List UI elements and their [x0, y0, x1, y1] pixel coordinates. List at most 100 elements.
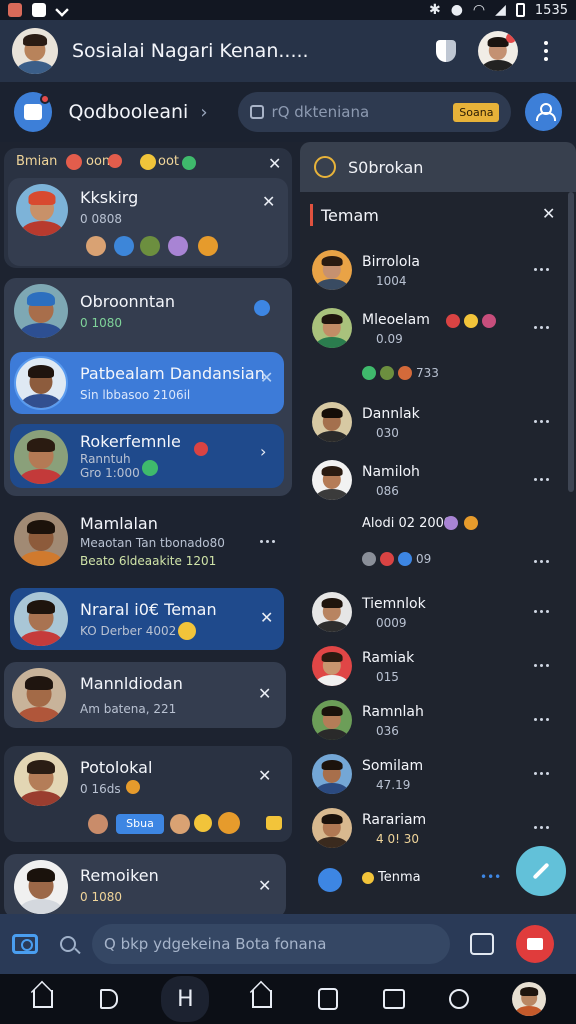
more-icon[interactable]	[534, 420, 549, 423]
chevron-right-icon[interactable]: ›	[200, 102, 207, 123]
nav-avatar[interactable]	[512, 982, 547, 1016]
avatar	[312, 308, 352, 348]
emoji-icon	[362, 552, 376, 566]
shield-button[interactable]	[428, 33, 464, 69]
avatar	[14, 592, 68, 646]
list-item[interactable]: Birrolola 1004	[300, 250, 570, 296]
close-icon[interactable]: ✕	[258, 876, 271, 895]
search-icon[interactable]	[60, 936, 76, 952]
list-item[interactable]: Mannldiodan Am batena, 221 ✕	[4, 662, 286, 728]
nav-house[interactable]	[249, 987, 275, 1011]
reaction-row: 733	[300, 364, 570, 388]
more-icon[interactable]	[534, 268, 549, 271]
list-item[interactable]: Kkskirg 0 0808 ✕	[8, 178, 288, 266]
nav-active-tab[interactable]: H	[161, 976, 210, 1022]
emoji-icon	[444, 516, 458, 530]
bluesky-icon	[318, 868, 342, 892]
more-icon[interactable]	[534, 326, 549, 329]
avatar	[14, 752, 68, 806]
chevron-icon	[55, 3, 69, 17]
close-icon[interactable]: ✕	[260, 608, 273, 627]
nav-box[interactable]	[381, 987, 407, 1011]
contact-name: Mamlalan	[80, 514, 158, 533]
list-item[interactable]: Obroonntan 0 1080	[4, 278, 292, 348]
avatar	[14, 430, 68, 484]
more-icon[interactable]	[534, 718, 549, 721]
nav-home[interactable]	[30, 987, 56, 1011]
emoji-icon	[482, 314, 496, 328]
user-button[interactable]	[525, 93, 562, 131]
list-item[interactable]: Nraral i0€ Teman KO Derber 4002 ✕	[10, 588, 284, 650]
emoji-icon	[182, 156, 196, 170]
nav-bag[interactable]	[315, 987, 341, 1011]
nav-d[interactable]	[96, 987, 122, 1011]
list-item[interactable]: Namiloh 086	[300, 460, 570, 506]
bottom-nav: H	[0, 974, 576, 1024]
badge-label[interactable]: Sbua	[116, 814, 164, 834]
d-icon	[99, 989, 118, 1009]
emoji-icon	[218, 812, 240, 834]
list-item[interactable]: Tiemnlok 0009	[300, 592, 570, 638]
close-icon[interactable]: ✕	[258, 684, 271, 703]
list-item[interactable]: Ramiak 015	[300, 646, 570, 692]
contact-name: Kkskirg	[80, 188, 139, 207]
chat-list: Bmian oon oot ✕ Kkskirg 0 0808 ✕ Obroonn…	[0, 142, 298, 914]
section-title[interactable]: Qodbooleani	[68, 101, 188, 123]
tag-card[interactable]: Bmian oon oot ✕ Kkskirg 0 0808 ✕	[4, 148, 292, 268]
video-button[interactable]	[516, 925, 554, 963]
contact-name: Obroonntan	[80, 292, 176, 311]
more-icon[interactable]	[534, 826, 549, 829]
list-item[interactable]: Dannlak 030	[300, 402, 570, 448]
status-icon	[142, 460, 158, 476]
list-item-selected[interactable]: Patbealam Dandansian Sin lbbasoo 2106il …	[10, 352, 284, 414]
list-item[interactable]: Rarariam 4 0! 30	[300, 808, 570, 854]
contact-name: Remoiken	[80, 866, 159, 885]
kebab-icon	[544, 41, 548, 61]
house-icon	[252, 990, 273, 1008]
edit-icon[interactable]	[470, 933, 494, 955]
compose-input[interactable]: Q bkp ydgekeina Bota fonana	[92, 924, 450, 964]
profile-avatar[interactable]	[12, 28, 58, 74]
tab-temam[interactable]: Temam	[310, 204, 379, 226]
list-item[interactable]: Rokerfemnle Ranntuh Gro 1:000 ›	[10, 424, 284, 488]
emoji-icon	[362, 366, 376, 380]
close-icon[interactable]: ✕	[260, 368, 273, 387]
notes-button[interactable]	[14, 92, 53, 132]
more-icon[interactable]: •••	[480, 870, 501, 884]
more-icon[interactable]	[534, 664, 549, 667]
close-icon[interactable]: ✕	[258, 766, 271, 785]
compose-fab[interactable]	[516, 846, 566, 896]
contact-avatar[interactable]	[478, 31, 518, 71]
more-icon[interactable]	[534, 772, 549, 775]
emoji-icon	[464, 516, 478, 530]
contact-sub: 036	[376, 724, 399, 738]
more-icon[interactable]	[534, 610, 549, 613]
list-item[interactable]: Tenma •••	[300, 866, 510, 896]
chevron-right-icon[interactable]: ›	[260, 442, 266, 461]
message-row: Alodi 02 2009	[300, 514, 570, 538]
list-item[interactable]: Mleoelam 0.09	[300, 308, 570, 354]
list-item[interactable]: Somilam 47.19	[300, 754, 570, 800]
battery-icon	[515, 3, 525, 17]
search-input[interactable]: rQ dkteniana Soana	[237, 92, 512, 132]
more-menu-button[interactable]	[528, 33, 564, 69]
close-icon[interactable]: ✕	[262, 192, 275, 211]
search-tag[interactable]: Soana	[453, 102, 500, 122]
more-icon[interactable]	[260, 540, 275, 543]
tag-chip: oot	[158, 154, 180, 169]
close-icon[interactable]: ✕	[268, 154, 281, 173]
nav-clock[interactable]	[446, 987, 472, 1011]
list-item[interactable]: Remoiken 0 1080 ✕	[4, 854, 286, 914]
reaction-count: 09	[416, 552, 432, 566]
more-icon[interactable]	[534, 560, 549, 563]
contact-sub: 0.09	[376, 332, 403, 346]
list-item[interactable]: Potolokal 0 16ds ✕ Sbua	[4, 746, 292, 842]
list-item[interactable]: Ramnlah 036	[300, 700, 570, 746]
camera-icon[interactable]	[12, 934, 38, 954]
mini-avatar	[88, 814, 108, 834]
reaction-count: 733	[416, 366, 439, 380]
more-icon[interactable]	[534, 478, 549, 481]
close-icon[interactable]: ✕	[542, 204, 555, 223]
contact-sub: Sin lbbasoo 2106il	[80, 388, 191, 402]
list-item[interactable]: Mamlalan Meaotan Tan tbonado80 Beato 6ld…	[4, 502, 292, 578]
